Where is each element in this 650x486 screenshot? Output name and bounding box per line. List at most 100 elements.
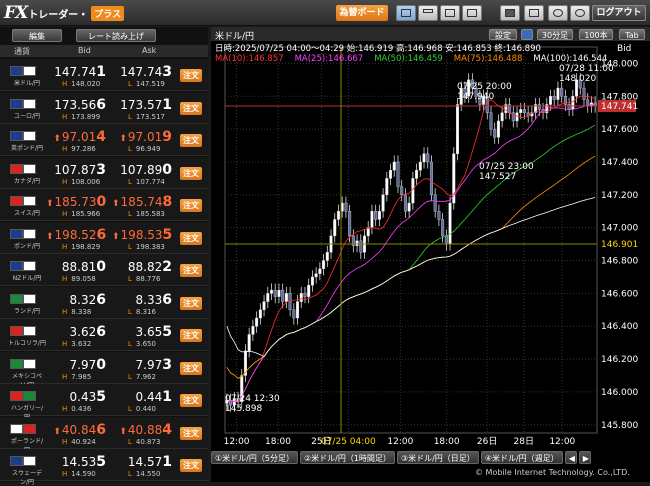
ask-price[interactable]: 107.890 [112, 162, 172, 178]
ask-price[interactable]: ⬆185.748 [112, 194, 172, 210]
rate-row[interactable]: スウェーデン/円 14.535 14.571 H 14.590 L 14.550 注文 [0, 449, 208, 486]
ask-price[interactable]: 147.743 [112, 64, 172, 80]
bid-price[interactable]: 0.435 [46, 389, 106, 405]
ask-price-pip: 5 [162, 226, 173, 243]
ask-price[interactable]: ⬆97.019 [112, 129, 172, 145]
ask-price-main: 185.74 [120, 195, 163, 209]
ask-price[interactable]: ⬆40.884 [112, 422, 172, 438]
logout-button[interactable]: ログアウト [592, 5, 646, 21]
draw-icon[interactable] [521, 29, 533, 40]
edit-button[interactable]: 編集 [12, 28, 62, 42]
chart-setting-button[interactable]: 設定 [489, 29, 517, 40]
bid-price[interactable]: ⬆40.846 [46, 422, 106, 438]
bid-price[interactable]: ⬆198.526 [46, 227, 106, 243]
order-button[interactable]: 注文 [180, 166, 202, 180]
candle-body [318, 268, 322, 274]
candle-body [415, 169, 419, 179]
low-value: L 14.550 [128, 470, 161, 478]
x-tick-label: 18:00 [265, 437, 291, 447]
rate-row[interactable]: 米ドル/円 147.741 147.743 H 148.020 L 147.519 注文 [0, 59, 208, 91]
candle-body [251, 326, 255, 335]
interval-select[interactable]: 30分足 [537, 29, 573, 40]
order-button[interactable]: 注文 [180, 101, 202, 115]
order-button[interactable]: 注文 [180, 329, 202, 342]
save-icon[interactable] [500, 5, 520, 21]
layout-split-3-icon[interactable] [440, 5, 460, 21]
bid-price[interactable]: 88.810 [46, 259, 106, 275]
rate-row[interactable]: ハンガリー/円0.4350.441H0.436L0.440注文 [0, 384, 208, 421]
tab-button[interactable]: Tab [619, 29, 645, 40]
rate-read-button[interactable]: レート読み上げ [76, 28, 156, 42]
ask-price[interactable]: ⬆198.535 [112, 227, 172, 243]
low-value-text: 198.383 [135, 242, 165, 251]
bid-price-main: 107.87 [54, 162, 97, 177]
low-value: L 173.517 [128, 112, 165, 121]
trade-board-button[interactable]: 為替ボード [336, 5, 388, 21]
tab-prev-icon[interactable]: ◀ [564, 451, 577, 464]
bid-price[interactable]: 7.970 [46, 357, 106, 373]
bid-price[interactable]: 3.626 [46, 324, 106, 340]
layout-grid-icon[interactable] [462, 5, 482, 21]
candle-body [310, 276, 314, 286]
order-button[interactable]: 注文 [180, 134, 202, 147]
rate-row[interactable]: NZドル/円 88.810 88.822 H 89.058 L 88.776 注文 [0, 254, 208, 286]
order-button[interactable]: 注文 [180, 361, 202, 375]
bid-price[interactable]: 173.566 [46, 97, 106, 113]
chart-tab[interactable]: ④米ドル/円（週足） [480, 451, 563, 464]
chart-tab[interactable]: ②米ドル/円（1時間足） [299, 451, 395, 464]
candle-body [359, 240, 363, 253]
low-value-text: 88.776 [135, 275, 161, 283]
bid-price[interactable]: ⬆185.730 [46, 194, 106, 210]
rate-row[interactable]: トルコリラ/円 3.626 3.655 H 3.632 L 3.650 注文 [0, 319, 208, 351]
rate-row[interactable]: ポーランド/円⬆40.846⬆40.884H40.924L40.873注文 [0, 416, 208, 454]
bid-price[interactable]: 107.873 [46, 162, 106, 178]
candle-body [407, 202, 411, 212]
layout-single-icon[interactable] [396, 5, 416, 21]
low-value: L 185.583 [128, 210, 165, 218]
help-icon[interactable] [570, 5, 590, 21]
ask-price[interactable]: 173.571 [112, 97, 172, 113]
ask-price[interactable]: 14.571 [112, 454, 172, 470]
chart-tab[interactable]: ①米ドル/円（5分足） [211, 451, 298, 464]
order-button[interactable]: 注文 [180, 69, 202, 82]
rate-row[interactable]: メキシコペソ/円7.9707.973H7.985L7.962注文 [0, 351, 208, 389]
ask-price[interactable]: 0.441 [112, 389, 172, 405]
bid-price[interactable]: 8.326 [46, 292, 106, 308]
order-button[interactable]: 注文 [180, 426, 202, 440]
layout-split-h-icon[interactable] [418, 5, 438, 21]
print-icon[interactable] [524, 5, 544, 21]
rate-row[interactable]: 英ポンド/円 ⬆97.014 ⬆97.019 H 97.286 L 96.949 注文 [0, 124, 208, 156]
ask-price[interactable]: 3.655 [112, 324, 172, 340]
col-ask: Ask [142, 46, 157, 55]
chart-tab[interactable]: ③米ドル/円（日足） [396, 451, 479, 464]
tab-next-icon[interactable]: ▶ [578, 451, 591, 464]
order-button[interactable]: 注文 [180, 199, 202, 212]
rate-row[interactable]: スイス/円 ⬆185.730 ⬆185.748 H 185.966 L 185.583 注文 [0, 189, 208, 221]
order-button[interactable]: 注文 [180, 459, 202, 472]
rate-row[interactable]: ポンド/円 ⬆198.526 ⬆198.535 H 198.829 L 198.383 注文 [0, 221, 208, 254]
bid-price[interactable]: ⬆97.014 [46, 129, 106, 145]
candle-body [325, 252, 329, 261]
bid-price[interactable]: 147.741 [46, 64, 106, 80]
candle-body [389, 169, 393, 179]
count-select[interactable]: 100本 [579, 29, 613, 40]
ask-price[interactable]: 88.822 [112, 259, 172, 275]
bid-price-main: 198.52 [54, 227, 97, 242]
ask-price[interactable]: 8.336 [112, 292, 172, 308]
order-button[interactable]: 注文 [180, 296, 202, 310]
annotation-value: 147.940 [457, 92, 494, 102]
bid-price[interactable]: 14.535 [46, 454, 106, 470]
ask-price[interactable]: 7.973 [112, 357, 172, 373]
up-arrow-icon: ⬆ [112, 199, 120, 209]
rate-row[interactable]: カナダ/円 107.873 107.890 H 108.006 L 107.774 注文 [0, 156, 208, 189]
rate-row[interactable]: ランド/円 8.326 8.336 H 8.338 L 8.316 注文 [0, 286, 208, 319]
order-button[interactable]: 注文 [180, 394, 202, 407]
rate-row[interactable]: ユーロ/円 173.566 173.571 H 173.899 L 173.517 注文 [0, 91, 208, 124]
ask-price-main: 173.57 [120, 97, 163, 112]
gear-icon[interactable] [548, 5, 568, 21]
low-value: L 198.383 [128, 242, 165, 251]
order-button[interactable]: 注文 [180, 264, 202, 277]
bid-price-pip: 1 [96, 64, 106, 80]
candle-chart[interactable]: 148.000147.800147.600147.400147.200147.0… [211, 41, 650, 449]
order-button[interactable]: 注文 [180, 231, 202, 245]
